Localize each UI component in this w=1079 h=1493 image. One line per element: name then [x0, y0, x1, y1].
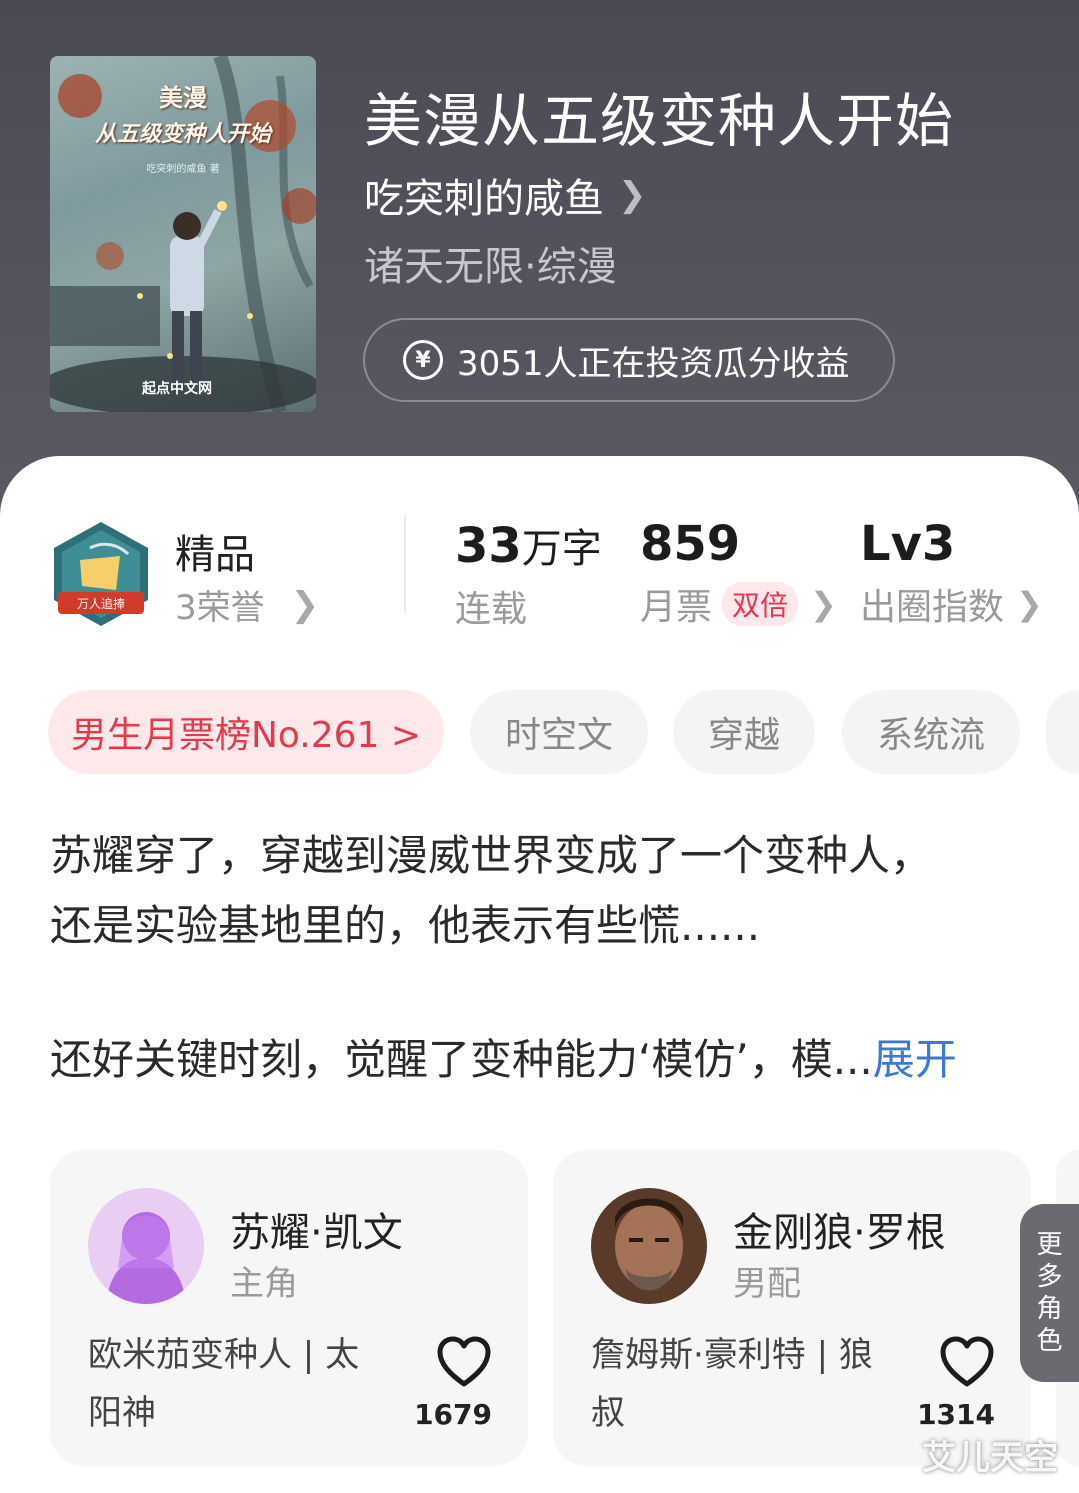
honor-badge-text: 万人追捧: [77, 596, 125, 611]
stat-monthly-tickets[interactable]: 859 月票 双倍 ❯: [640, 516, 837, 630]
avatar: [591, 1188, 707, 1304]
expand-link[interactable]: 展开: [873, 1035, 957, 1084]
role-card[interactable]: 苏耀·凯文 主角 欧米茄变种人 | 太阳神 1679: [50, 1150, 528, 1466]
words-unit: 万字: [521, 526, 602, 572]
serial-status: 连载: [455, 589, 528, 630]
cover-title-line1: 美漫: [159, 83, 207, 112]
chevron-right-icon: ❯: [810, 585, 837, 623]
invest-button[interactable]: ¥ 3051人正在投资瓜分收益: [363, 318, 895, 402]
role-name: 金刚狼·罗根: [733, 1210, 946, 1256]
divider: [404, 514, 406, 614]
chevron-right-icon: ❯: [1016, 585, 1043, 623]
avatar: [88, 1188, 204, 1304]
likes-count: 1314: [917, 1398, 995, 1431]
synopsis-line: 还好关键时刻，觉醒了变种能力‘模仿’，模...展开: [50, 1026, 1030, 1094]
heart-icon[interactable]: [939, 1336, 995, 1388]
book-genre[interactable]: 诸天无限·综漫: [364, 234, 617, 292]
rank-chip[interactable]: 男生月票榜No.261 >: [48, 690, 444, 774]
role-desc: 詹姆斯·豪利特 | 狼叔: [591, 1335, 873, 1433]
words-count: 33: [455, 518, 522, 574]
yen-coin-icon: ¥: [403, 340, 443, 380]
cover-publisher: 起点中文网: [142, 381, 212, 397]
honor-link[interactable]: 3荣誉 ❯: [175, 580, 319, 629]
watermark: 艾儿天空: [922, 1438, 1058, 1478]
double-badge: 双倍: [722, 582, 799, 626]
author-name: 吃突刺的咸鱼: [364, 176, 604, 222]
level-label: 出圈指数: [860, 587, 1005, 628]
stat-words: 33万字 连载: [455, 516, 602, 632]
book-title: 美漫从五级变种人开始: [364, 87, 955, 155]
likes-count: 1679: [414, 1398, 492, 1431]
honor-count: 3荣誉: [175, 588, 265, 628]
honor-title: 精品: [175, 532, 255, 578]
tag-chip-system[interactable]: 系统流: [842, 690, 1020, 774]
more-roles-label: 更多角色: [1036, 1230, 1063, 1356]
synopsis-line3: 还好关键时刻，觉醒了变种能力‘模仿’，模...: [50, 1035, 873, 1084]
chevron-right-icon: ❯: [290, 584, 320, 625]
role-name: 苏耀·凯文: [230, 1210, 403, 1256]
tag-chip-transmigration[interactable]: 穿越: [673, 690, 815, 774]
book-cover[interactable]: 美漫 从五级变种人开始 吃突刺的咸鱼 著 起点中文网: [50, 56, 316, 412]
cover-author: 吃突刺的咸鱼 著: [146, 164, 220, 175]
synopsis-line: 还是实验基地里的，他表示有些慌......: [50, 901, 761, 950]
tickets-count: 859: [640, 516, 741, 572]
stat-influence-level[interactable]: Lv3 出圈指数 ❯: [860, 516, 1043, 630]
honor-badge-icon[interactable]: 万人追捧: [50, 520, 152, 628]
role-desc: 欧米茄变种人 | 太阳神: [88, 1335, 360, 1433]
more-roles-button[interactable]: 更多角色: [1020, 1204, 1079, 1382]
role-type: 男配: [733, 1264, 801, 1304]
tag-chip-spacetime[interactable]: 时空文: [470, 690, 648, 774]
cover-title-line2: 从五级变种人开始: [94, 121, 271, 147]
role-type: 主角: [230, 1264, 298, 1304]
role-card[interactable]: 金刚狼·罗根 男配 詹姆斯·豪利特 | 狼叔 1314: [553, 1150, 1031, 1466]
invest-label: 3051人正在投资瓜分收益: [457, 343, 850, 384]
author-link[interactable]: 吃突刺的咸鱼 ❯: [364, 166, 647, 224]
level-value: Lv3: [860, 516, 956, 572]
heart-icon[interactable]: [436, 1336, 492, 1388]
synopsis-line: 苏耀穿了，穿越到漫威世界变成了一个变种人，: [50, 831, 933, 880]
tickets-label: 月票: [640, 587, 713, 628]
chevron-right-icon: ❯: [618, 175, 647, 215]
